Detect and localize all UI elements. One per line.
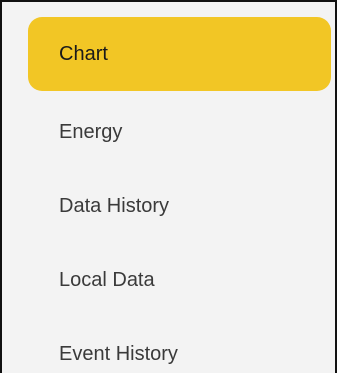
menu-item-label: Event History <box>59 342 178 365</box>
menu-item-data-history[interactable]: Data History <box>28 169 331 243</box>
menu-item-local-data[interactable]: Local Data <box>28 243 331 317</box>
menu-item-event-history[interactable]: Event History <box>28 317 331 391</box>
sidebar-menu: Chart Energy Data History Local Data Eve… <box>0 0 337 373</box>
menu-item-chart[interactable]: Chart <box>28 17 331 91</box>
menu-item-label: Local Data <box>59 268 155 291</box>
menu-item-label: Data History <box>59 194 170 217</box>
menu-item-label: Chart <box>59 42 108 65</box>
menu-item-energy[interactable]: Energy <box>28 95 331 169</box>
menu-item-label: Energy <box>59 120 123 143</box>
